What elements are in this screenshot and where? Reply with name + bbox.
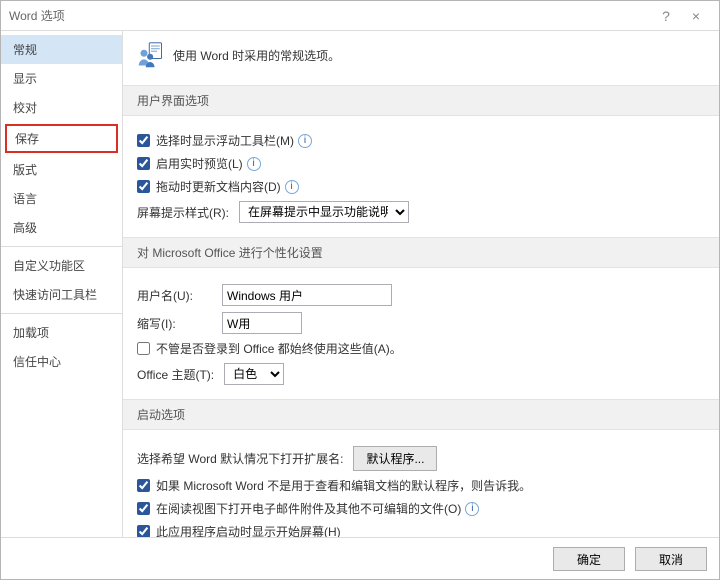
username-label: 用户名(U): [137, 287, 212, 304]
section-startup-header: 启动选项 [123, 399, 719, 430]
nav-sidebar: 常规显示校对保存版式语言高级自定义功能区快速访问工具栏加载项信任中心 [1, 31, 123, 537]
close-button[interactable]: × [681, 8, 711, 24]
cb-start-screen[interactable]: 此应用程序启动时显示开始屏幕(H) [137, 523, 341, 537]
default-programs-button[interactable]: 默认程序... [353, 446, 437, 471]
cb-mini-toolbar[interactable]: 选择时显示浮动工具栏(M) [137, 132, 294, 149]
content-pane: 使用 Word 时采用的常规选项。 用户界面选项 选择时显示浮动工具栏(M)i … [123, 31, 719, 537]
cb-reading-view[interactable]: 在阅读视图下打开电子邮件附件及其他不可编辑的文件(O) [137, 500, 461, 517]
options-icon [137, 41, 165, 69]
nav-item-快速访问工具栏[interactable]: 快速访问工具栏 [1, 280, 122, 309]
default-ext-label: 选择希望 Word 默认情况下打开扩展名: [137, 450, 343, 467]
word-options-dialog: Word 选项 ? × 常规显示校对保存版式语言高级自定义功能区快速访问工具栏加… [0, 0, 720, 580]
nav-item-自定义功能区[interactable]: 自定义功能区 [1, 251, 122, 280]
page-header: 使用 Word 时采用的常规选项。 [123, 31, 719, 81]
nav-item-常规[interactable]: 常规 [1, 35, 122, 64]
nav-item-显示[interactable]: 显示 [1, 64, 122, 93]
info-icon[interactable]: i [298, 134, 312, 148]
nav-item-校对[interactable]: 校对 [1, 93, 122, 122]
info-icon[interactable]: i [247, 157, 261, 171]
screentip-select[interactable]: 在屏幕提示中显示功能说明 [239, 201, 409, 223]
titlebar: Word 选项 ? × [1, 1, 719, 31]
cb-always-use-values[interactable]: 不管是否登录到 Office 都始终使用这些值(A)。 [137, 340, 402, 357]
nav-item-版式[interactable]: 版式 [1, 155, 122, 184]
theme-label: Office 主题(T): [137, 366, 214, 383]
section-ui-header: 用户界面选项 [123, 85, 719, 116]
page-header-text: 使用 Word 时采用的常规选项。 [173, 47, 340, 64]
cb-tell-default[interactable]: 如果 Microsoft Word 不是用于查看和编辑文档的默认程序，则告诉我。 [137, 477, 531, 494]
section-personal-header: 对 Microsoft Office 进行个性化设置 [123, 237, 719, 268]
initials-label: 缩写(I): [137, 315, 212, 332]
ok-button[interactable]: 确定 [553, 547, 625, 571]
info-icon[interactable]: i [465, 502, 479, 516]
help-button[interactable]: ? [651, 8, 681, 24]
nav-item-加载项[interactable]: 加载项 [1, 318, 122, 347]
nav-item-语言[interactable]: 语言 [1, 184, 122, 213]
theme-select[interactable]: 白色 [224, 363, 284, 385]
cancel-button[interactable]: 取消 [635, 547, 707, 571]
cb-update-drag[interactable]: 拖动时更新文档内容(D) [137, 178, 281, 195]
info-icon[interactable]: i [285, 180, 299, 194]
screentip-label: 屏幕提示样式(R): [137, 204, 229, 221]
cb-live-preview[interactable]: 启用实时预览(L) [137, 155, 243, 172]
username-field[interactable] [222, 284, 392, 306]
nav-item-信任中心[interactable]: 信任中心 [1, 347, 122, 376]
dialog-title: Word 选项 [9, 7, 651, 24]
nav-item-保存[interactable]: 保存 [5, 124, 118, 153]
nav-item-高级[interactable]: 高级 [1, 213, 122, 242]
dialog-footer: 确定 取消 [1, 537, 719, 579]
initials-field[interactable] [222, 312, 302, 334]
